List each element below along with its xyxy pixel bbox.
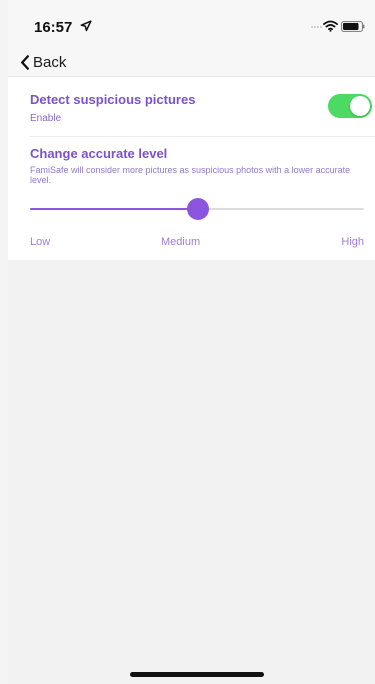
- level-medium-label[interactable]: Medium: [161, 236, 200, 248]
- level-low-label[interactable]: Low: [30, 236, 50, 248]
- picture-settings-card: Detect suspicious pictures Enable Change…: [8, 77, 375, 260]
- home-indicator[interactable]: [130, 672, 264, 677]
- toggle-knob: [350, 96, 370, 116]
- accurate-level-description: FamiSafe will consider more pictures as …: [30, 165, 351, 185]
- slider-filled-track: [30, 208, 198, 210]
- battery-icon: [341, 21, 365, 32]
- signal-dots-icon: [311, 26, 322, 28]
- detect-suspicious-pictures-title: Detect suspicious pictures: [30, 92, 196, 107]
- status-time: 16:57: [34, 19, 73, 36]
- accuracy-level-slider[interactable]: [30, 198, 364, 220]
- chevron-left-icon: [21, 54, 29, 70]
- app-screen: 16:57 Back Detect suspicious pictures En…: [8, 0, 375, 684]
- status-bar: 16:57: [8, 0, 375, 44]
- section-divider: [30, 136, 375, 137]
- back-button[interactable]: Back: [20, 52, 66, 72]
- detect-suspicious-pictures-toggle[interactable]: [328, 94, 372, 118]
- change-accurate-level-title: Change accurate level: [30, 146, 168, 161]
- wifi-icon: [323, 20, 338, 32]
- enable-label: Enable: [30, 113, 62, 124]
- slider-thumb[interactable]: [187, 198, 209, 220]
- navigation-bar: Back: [8, 44, 375, 77]
- location-arrow-icon: [80, 20, 92, 32]
- back-label: Back: [33, 53, 67, 71]
- level-high-label[interactable]: High: [341, 236, 364, 248]
